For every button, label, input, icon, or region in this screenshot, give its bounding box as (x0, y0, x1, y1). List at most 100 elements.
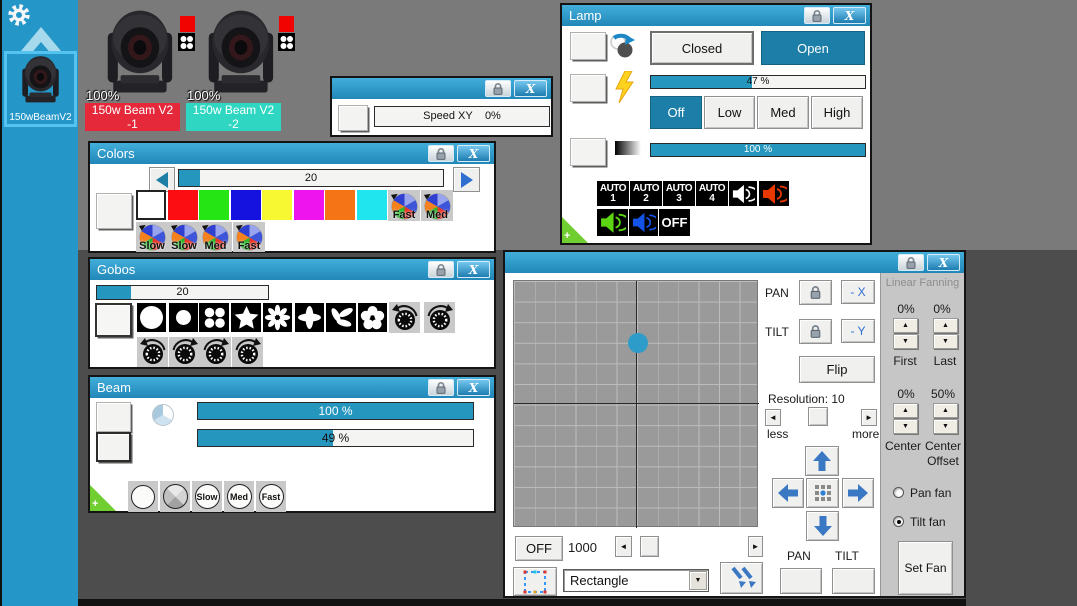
speed-right-arrow[interactable]: ► (748, 536, 763, 557)
gobo-cross-button[interactable] (295, 303, 324, 332)
nudge-right-button[interactable] (842, 478, 874, 508)
shutter-open-button[interactable]: Open (761, 31, 865, 65)
tilt-value-button[interactable] (832, 568, 875, 594)
shutter-flash-button[interactable] (570, 32, 606, 60)
color-next-button[interactable] (453, 167, 480, 192)
first-spin-up[interactable]: ▲ (893, 318, 918, 333)
shape-dropdown[interactable]: Rectangle ▼ (563, 569, 709, 592)
color-swatch-yellow[interactable] (262, 190, 292, 220)
fixture-2-status-color[interactable] (279, 16, 294, 32)
close-button[interactable]: X (457, 261, 490, 278)
strobe-slider[interactable]: 47 % (650, 75, 866, 89)
pan-value-button[interactable] (780, 568, 822, 594)
fixture-2-name-tag[interactable]: 150w Beam V2 -2 (186, 103, 281, 131)
pan-fan-radio[interactable] (893, 487, 904, 498)
beam-flash-button-2[interactable] (96, 432, 131, 462)
tilt-fan-radio[interactable] (893, 516, 904, 527)
gobo-flower8-button[interactable] (263, 303, 292, 332)
minus-y-button[interactable]: - Y (841, 319, 875, 343)
strobe-med-button[interactable]: Med (757, 96, 809, 129)
color-swatch-orange[interactable] (325, 190, 355, 220)
center-spin-up[interactable]: ▲ (893, 403, 918, 418)
speaker-white-icon[interactable] (729, 181, 757, 206)
fixture-2[interactable]: 100% 150w Beam V2 -2 (186, 4, 286, 134)
nudge-down-button[interactable] (806, 511, 839, 541)
lock-button[interactable] (804, 7, 830, 24)
prism-open-button[interactable] (128, 481, 158, 512)
shutter-closed-button[interactable]: Closed (650, 31, 754, 65)
close-button[interactable]: X (457, 379, 490, 396)
tilt-lock-button[interactable] (799, 319, 832, 344)
last-spin-up[interactable]: ▲ (933, 318, 958, 333)
color-prev-button[interactable] (149, 167, 175, 192)
beam-flash-button-1[interactable] (96, 402, 131, 432)
gobo-circle-small-button[interactable] (169, 303, 198, 332)
gobo-scroll-slider[interactable]: 20 (96, 285, 269, 300)
close-button[interactable]: X (514, 80, 547, 97)
color-wheel-slow-ccw-button[interactable]: Slow (136, 222, 168, 252)
gobo-rotate-cw-fast-button[interactable] (232, 337, 263, 367)
nudge-left-button[interactable] (772, 478, 804, 508)
gobo-rotate-cw-med-button[interactable] (200, 337, 231, 367)
lamp-titlebar[interactable]: Lamp X (562, 5, 870, 26)
close-button[interactable]: X (927, 254, 960, 271)
speed-xy-slider[interactable]: Speed XY 0% (374, 106, 550, 127)
selection-shape-button[interactable] (513, 567, 557, 596)
prism-slow-button[interactable]: Slow (192, 481, 222, 512)
sound-auto-1-button[interactable]: AUTO 1 (597, 181, 629, 206)
close-button[interactable]: X (833, 7, 866, 24)
fixture-1-name-tag[interactable]: 150w Beam V2 -1 (85, 103, 180, 131)
offset-spin-up[interactable]: ▲ (933, 403, 958, 418)
color-scroll-slider[interactable]: 20 (178, 169, 444, 187)
beam-focus-slider[interactable]: 100 % (197, 402, 474, 420)
color-wheel-fast-button[interactable]: Fast (388, 190, 420, 221)
lock-button[interactable] (898, 254, 924, 271)
gear-icon[interactable] (7, 3, 31, 27)
resolution-thumb[interactable] (808, 407, 828, 426)
resolution-left-arrow[interactable]: ◄ (765, 409, 781, 426)
gobo-four-dots-button[interactable] (199, 303, 229, 332)
beam-zoom-slider[interactable]: 49 % (197, 429, 474, 447)
speed-xy-flash-button[interactable] (338, 105, 368, 131)
speed-xy-titlebar[interactable]: X (332, 78, 551, 99)
position-dot[interactable] (628, 333, 648, 353)
colors-titlebar[interactable]: Colors X (90, 143, 494, 164)
first-spin-down[interactable]: ▼ (893, 334, 918, 349)
color-wheel-med-button[interactable]: Med (421, 190, 453, 221)
resolution-right-arrow[interactable]: ► (861, 409, 877, 426)
apply-shape-button[interactable] (720, 562, 763, 594)
lock-button[interactable] (428, 379, 454, 396)
color-swatch-cyan[interactable] (357, 190, 387, 220)
dimmer-slider[interactable]: 100 % (650, 143, 866, 157)
lock-button[interactable] (485, 80, 511, 97)
prism-fast-button[interactable]: Fast (256, 481, 286, 512)
speed-thumb[interactable] (640, 536, 659, 557)
sound-off-button[interactable]: OFF (659, 209, 690, 236)
gobo-ellipses3-button[interactable] (326, 303, 356, 332)
pantilt-titlebar[interactable]: X (505, 252, 964, 273)
gobos-titlebar[interactable]: Gobos X (90, 259, 494, 280)
color-swatch-magenta[interactable] (294, 190, 324, 220)
fixture-2-status-gobo[interactable] (278, 33, 295, 51)
color-wheel-med2-button[interactable]: Med (199, 222, 232, 252)
strobe-low-button[interactable]: Low (704, 96, 755, 129)
beam-titlebar[interactable]: Beam X (90, 377, 494, 398)
offset-spin-down[interactable]: ▼ (933, 419, 958, 434)
sound-auto-4-button[interactable]: AUTO 4 (696, 181, 728, 206)
color-swatch-blue[interactable] (231, 190, 261, 220)
strobe-flash-button[interactable] (570, 74, 606, 102)
gobo-rotate-cw-button[interactable] (424, 302, 455, 333)
gobo-flower5-button[interactable] (358, 303, 387, 332)
xy-grid[interactable] (513, 280, 759, 528)
dropdown-arrow-button[interactable]: ▼ (689, 571, 707, 590)
gobo-rotate-ccw-slow-button[interactable] (137, 337, 168, 367)
speaker-green-icon[interactable] (597, 209, 628, 236)
colors-flash-button[interactable] (96, 193, 132, 229)
strobe-high-button[interactable]: High (811, 96, 863, 129)
gobo-circle-large-button[interactable] (137, 303, 166, 332)
sound-auto-3-button[interactable]: AUTO 3 (663, 181, 695, 206)
prism-facet-button[interactable] (160, 481, 190, 512)
sound-auto-2-button[interactable]: AUTO 2 (630, 181, 662, 206)
nudge-up-button[interactable] (805, 446, 839, 476)
prism-med-button[interactable]: Med (224, 481, 254, 512)
